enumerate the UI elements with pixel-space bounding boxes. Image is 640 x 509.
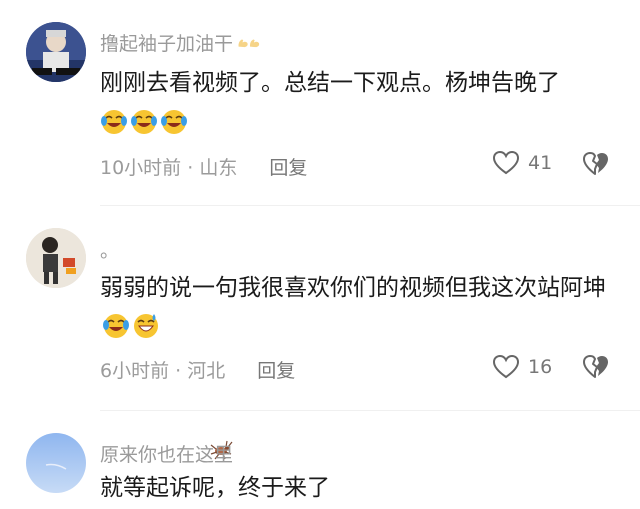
username[interactable]: 原来你也在这里 — [100, 440, 233, 467]
dislike-button[interactable] — [582, 354, 610, 384]
broken-heart-icon — [583, 152, 608, 175]
like-count: 16 — [528, 356, 553, 378]
emoji-row — [100, 108, 190, 136]
meta-separator: · — [187, 157, 194, 179]
heart-outline-icon — [492, 150, 520, 175]
laugh-cry-emoji-icon — [131, 110, 157, 134]
avatar[interactable] — [26, 433, 86, 493]
username[interactable]: 撸起袖子加油干 — [100, 29, 261, 56]
avatar[interactable] — [26, 228, 86, 288]
grin-sweat-emoji-icon — [134, 314, 158, 338]
like-count: 41 — [528, 152, 553, 174]
comment-item: 原来你也在这里 就等起诉呢，终于来了 — [0, 411, 640, 509]
username-text: 原来你也在这里 — [100, 444, 234, 466]
comment-text-content: 刚刚去看视频了。总结一下观点。杨坤告晚了 — [100, 70, 560, 96]
laugh-cry-emoji-icon — [161, 110, 187, 134]
broken-heart-icon — [583, 355, 608, 378]
username-text: 。 — [100, 240, 120, 262]
heart-outline-icon — [492, 354, 520, 379]
comment-text-content: 就等起诉呢，终于来了 — [100, 475, 330, 501]
like-button[interactable]: 41 — [492, 150, 552, 176]
comment-location: 山东 — [199, 157, 238, 179]
meta-separator: · — [175, 360, 182, 382]
avatar[interactable] — [26, 22, 86, 82]
laugh-cry-emoji-icon — [103, 314, 129, 338]
comment-time: 10小时前 — [100, 157, 182, 179]
comment-text: 就等起诉呢，终于来了 — [100, 468, 620, 508]
comment-meta: 6小时前 · 河北 回复 — [100, 356, 295, 383]
reply-button[interactable]: 回复 — [257, 360, 295, 382]
comment-meta: 10小时前 · 山东 回复 — [100, 153, 307, 180]
comment-text: 弱弱的说一句我很喜欢你们的视频但我这次站阿坤 — [100, 268, 620, 348]
like-button[interactable]: 16 — [492, 354, 552, 380]
comment-text: 刚刚去看视频了。总结一下观点。杨坤告晚了 — [100, 63, 620, 103]
strong-arm-icon — [238, 39, 260, 48]
comment-text-content: 弱弱的说一句我很喜欢你们的视频但我这次站阿坤 — [100, 275, 606, 301]
comment-item: 。 弱弱的说一句我很喜欢你们的视频但我这次站阿坤 6小时前 · 河北 回复 16 — [0, 206, 640, 460]
comment-location: 河北 — [187, 360, 226, 382]
laugh-cry-emoji-icon — [101, 110, 127, 134]
username[interactable]: 。 — [100, 236, 119, 263]
username-text: 撸起袖子加油干 — [100, 33, 234, 55]
dislike-button[interactable] — [582, 151, 610, 181]
comment-item: 撸起袖子加油干 刚刚去看视频了。总结一下观点。杨坤告晚了 10小时前 · 山东 … — [0, 0, 640, 205]
comment-time: 6小时前 — [100, 360, 170, 382]
reply-button[interactable]: 回复 — [269, 157, 307, 179]
